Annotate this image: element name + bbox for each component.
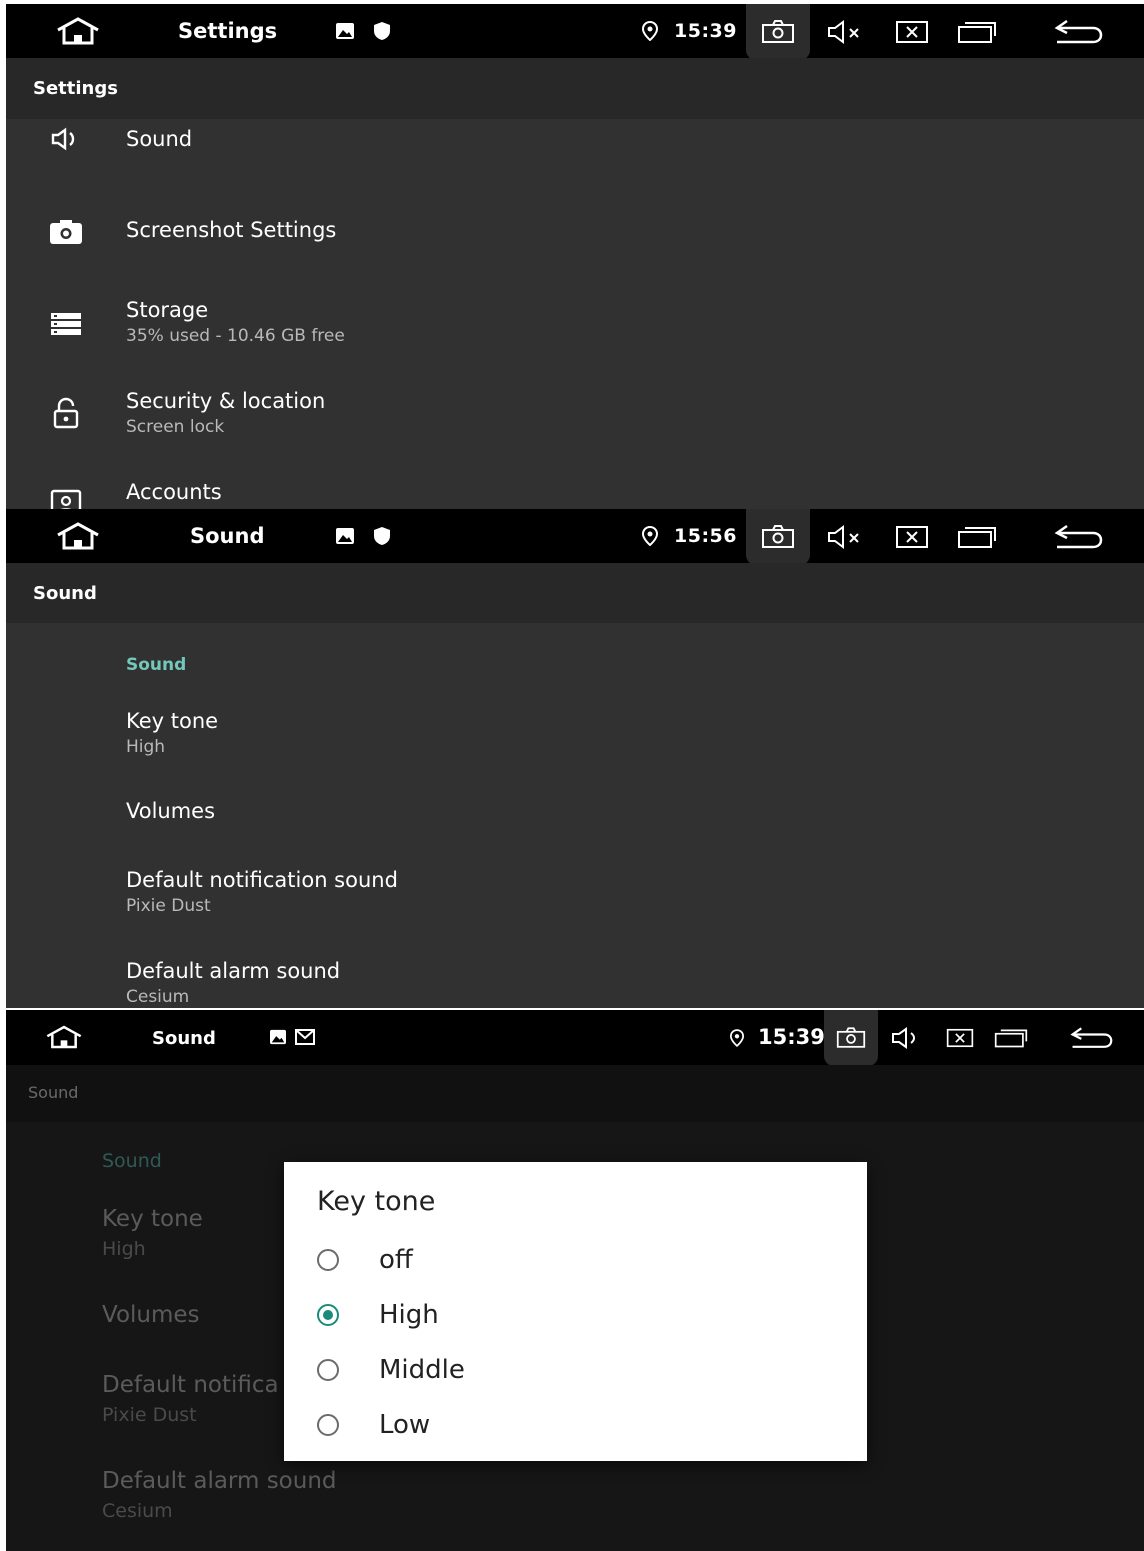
recent-apps-icon[interactable] [992,1025,1030,1051]
screenshot-icon[interactable] [760,18,796,46]
recent-apps-icon[interactable] [956,18,998,46]
status-title: Sound [190,524,265,548]
dialog-title: Key tone [317,1186,436,1217]
option-label: Low [379,1410,431,1440]
app-bar: Sound [6,1065,1144,1122]
clock: 15:39 [758,1025,825,1049]
app-bar-title: Settings [33,78,118,99]
mail-icon [294,1028,316,1046]
image-notification-icon [268,1028,288,1046]
setting-notification-sound[interactable]: Default notification sound Pixie Dust [6,864,1144,944]
sound-screen: Sound 15:56 Sound Sound Key tone High Vo… [6,509,1144,1008]
settings-item-title: Accounts [126,480,222,504]
screenshot-icon[interactable] [835,1025,867,1051]
setting-title: Default alarm sound [126,959,341,983]
image-notification-icon [334,21,356,41]
option-off[interactable]: off [317,1236,837,1284]
settings-item-title: Security & location [126,389,326,413]
app-bar: Settings [6,58,1144,119]
lock-icon [48,395,84,431]
section-header: Sound [102,1150,162,1172]
image-notification-icon [334,526,356,546]
clock: 15:39 [674,20,737,42]
settings-item-title: Storage [126,298,209,322]
settings-item-title: Screenshot Settings [126,218,337,242]
setting-subtitle: High [102,1238,146,1260]
home-icon[interactable] [50,14,106,48]
status-title: Sound [152,1027,216,1049]
recent-apps-icon[interactable] [956,523,998,551]
status-title: Settings [178,19,278,43]
setting-subtitle: Cesium [126,987,190,1007]
key-tone-dialog: Key tone off High Middle Low [284,1162,867,1461]
settings-item-title: Sound [126,127,193,151]
setting-title: Volumes [126,799,216,823]
radio-button[interactable] [317,1359,339,1381]
app-bar-title: Sound [28,1083,79,1102]
setting-title: Default alarm sound [102,1468,337,1494]
settings-item-screenshot[interactable]: Screenshot Settings [6,210,1144,301]
option-label: High [379,1300,439,1330]
status-bar: Sound 15:56 [6,509,1144,565]
home-icon[interactable] [42,1022,86,1052]
location-icon [640,19,660,43]
settings-item-storage[interactable]: Storage 35% used - 10.46 GB free [6,294,1144,385]
back-icon[interactable] [1052,523,1104,551]
setting-subtitle: Cesium [102,1500,173,1522]
shield-icon [372,20,392,42]
radio-button[interactable] [317,1414,339,1436]
option-label: Middle [379,1355,465,1385]
settings-item-security[interactable]: Security & location Screen lock [6,385,1144,476]
close-app-icon[interactable] [894,18,930,46]
setting-title: Default notifica [102,1372,279,1398]
setting-volumes[interactable]: Volumes [6,795,1144,855]
close-app-icon[interactable] [894,523,930,551]
account-icon [48,486,84,509]
clock: 15:56 [674,525,737,547]
setting-subtitle: Pixie Dust [102,1404,197,1426]
setting-alarm-sound[interactable]: Default alarm sound Cesium [6,955,1144,1008]
settings-item-sound[interactable]: Sound [6,119,1144,210]
section-header: Sound [126,655,187,675]
mute-icon[interactable] [826,18,866,46]
shield-icon [372,525,392,547]
settings-item-subtitle: 35% used - 10.46 GB free [126,326,345,346]
home-icon[interactable] [50,519,106,553]
location-icon [728,1027,746,1049]
setting-title: Key tone [126,709,219,733]
option-middle[interactable]: Middle [317,1346,837,1394]
setting-key-tone[interactable]: Key tone High [6,705,1144,785]
mute-icon[interactable] [826,523,866,551]
app-bar-title: Sound [33,583,97,604]
close-app-icon[interactable] [944,1025,976,1051]
option-low[interactable]: Low [317,1401,837,1449]
camera-icon [48,214,84,250]
setting-subtitle: Pixie Dust [126,896,211,916]
radio-button[interactable] [317,1249,339,1271]
radio-button-selected[interactable] [317,1304,339,1326]
option-label: off [379,1245,413,1275]
setting-title: Key tone [102,1206,203,1232]
back-icon[interactable] [1052,18,1104,46]
settings-item-subtitle: Screen lock [126,417,225,437]
setting-title: Volumes [102,1302,200,1328]
storage-icon [48,306,84,342]
settings-screen: Settings 15:39 Settings Sound Screenshot… [6,4,1144,509]
screenshot-icon[interactable] [760,523,796,551]
status-bar: Sound 15:39 [6,1010,1144,1066]
back-icon[interactable] [1068,1025,1114,1051]
app-bar: Sound [6,563,1144,623]
location-icon [640,524,660,548]
sound-screen-with-dialog: Sound 15:39 Sound Sound Key tone High Vo… [6,1010,1144,1551]
volume-icon[interactable] [890,1025,924,1051]
setting-subtitle: High [126,737,166,757]
speaker-icon [48,121,84,157]
settings-item-accounts[interactable]: Accounts [6,476,1144,509]
status-bar: Settings 15:39 [6,4,1144,60]
setting-title: Default notification sound [126,868,398,892]
option-high[interactable]: High [317,1291,837,1339]
